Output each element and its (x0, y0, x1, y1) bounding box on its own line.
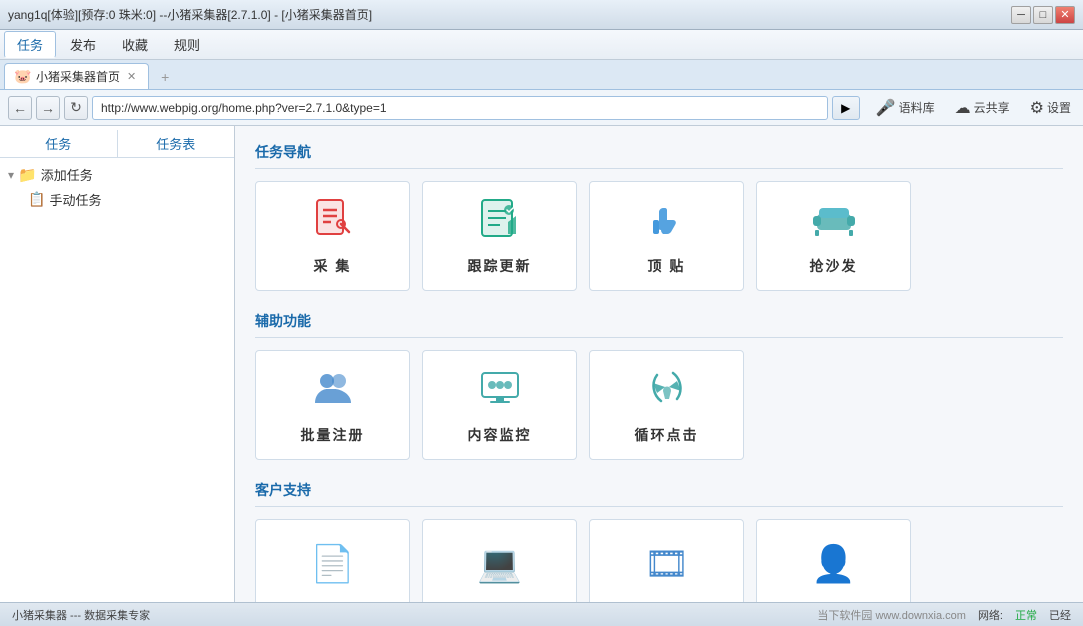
sofa-icon (809, 196, 859, 248)
collect-icon (311, 196, 355, 248)
expand-icon: ▾ (8, 168, 14, 182)
tree-label-add-task: 添加任务 (41, 165, 93, 184)
section-title-task-nav: 任务导航 (255, 142, 1063, 169)
network-label: 网络: (978, 607, 1003, 623)
sidebar-tab-tasklist[interactable]: 任务表 (118, 130, 235, 157)
title-text: yang1q[体验][预存:0 珠米:0] --小猪采集器[2.7.1.0] -… (8, 6, 372, 23)
card-click[interactable]: 循环点击 (589, 350, 744, 460)
help-icon: 💻 (477, 546, 522, 582)
user-icon: 👤 (811, 546, 856, 582)
cloud-share-label: 云共享 (974, 99, 1010, 116)
top-icon (645, 196, 689, 248)
back-button[interactable]: ← (8, 96, 32, 120)
sidebar-tab-task[interactable]: 任务 (0, 130, 118, 157)
status-bar: 小猪采集器 --- 数据采集专家 当下软件园 www.downxia.com 网… (0, 602, 1083, 626)
sidebar-content: ▾ 📁 添加任务 📋 手动任务 (0, 158, 234, 598)
card-collect[interactable]: 采 集 (255, 181, 410, 291)
folder-icon: 📁 (18, 166, 37, 184)
mic-icon: 🎤 (876, 98, 896, 118)
track-label: 跟踪更新 (468, 256, 532, 276)
section-task-nav: 任务导航 (255, 142, 1063, 291)
sofa-label: 抢沙发 (810, 256, 858, 276)
card-video[interactable]: 🎞 (589, 519, 744, 602)
card-register[interactable]: 批量注册 (255, 350, 410, 460)
content-inner: 任务导航 (235, 126, 1083, 602)
video-icon: 🎞 (644, 546, 690, 582)
section-title-support: 客户支持 (255, 480, 1063, 507)
maximize-button[interactable]: □ (1033, 6, 1053, 24)
tab-label: 小猪采集器首页 (36, 68, 120, 85)
app-name: 小猪采集器 --- 数据采集专家 (12, 607, 150, 623)
docs-icon: 📄 (310, 546, 355, 582)
yuliaopu-label: 语料库 (899, 99, 935, 116)
toolbar-right: 🎤 语料库 ☁ 云共享 ⚙ 设置 (872, 96, 1075, 120)
tree-label-manual-task: 手动任务 (49, 190, 101, 209)
sidebar: 任务 任务表 ▾ 📁 添加任务 📋 手动任务 (0, 126, 235, 602)
menu-item-collect[interactable]: 收藏 (110, 32, 160, 57)
grid-row-auxiliary: 批量注册 (255, 350, 1063, 460)
section-auxiliary: 辅助功能 批量注册 (255, 311, 1063, 460)
track-icon (478, 196, 522, 248)
menu-bar: 任务 发布 收藏 规则 (0, 30, 1083, 60)
address-bar: ← → ↻ ▶ 🎤 语料库 ☁ 云共享 ⚙ 设置 (0, 90, 1083, 126)
collect-label: 采 集 (314, 256, 352, 276)
top-label: 顶 贴 (648, 256, 686, 276)
card-track[interactable]: 跟踪更新 (422, 181, 577, 291)
tab-close-button[interactable]: ✕ (125, 70, 138, 83)
login-status: 已经 (1049, 607, 1071, 623)
cloud-share-button[interactable]: ☁ 云共享 (951, 96, 1014, 120)
main-layout: 任务 任务表 ▾ 📁 添加任务 📋 手动任务 任务导航 (0, 126, 1083, 602)
status-left: 小猪采集器 --- 数据采集专家 (12, 607, 150, 623)
minimize-button[interactable]: ─ (1011, 6, 1031, 24)
tree-item-add-task[interactable]: ▾ 📁 添加任务 (0, 162, 234, 187)
menu-item-task[interactable]: 任务 (4, 31, 56, 58)
register-icon (311, 365, 355, 417)
close-button[interactable]: ✕ (1055, 6, 1075, 24)
menu-item-rule[interactable]: 规则 (162, 32, 212, 57)
monitor-label: 内容监控 (468, 425, 532, 445)
card-sofa[interactable]: 抢沙发 (756, 181, 911, 291)
settings-button[interactable]: ⚙ 设置 (1026, 96, 1075, 120)
card-docs[interactable]: 📄 (255, 519, 410, 602)
title-controls: ─ □ ✕ (1011, 6, 1075, 24)
grid-row-support: 📄 💻 🎞 👤 (255, 519, 1063, 602)
settings-label: 设置 (1047, 99, 1071, 116)
cloud-icon: ☁ (955, 98, 971, 118)
menu-item-publish[interactable]: 发布 (58, 32, 108, 57)
sidebar-header: 任务 任务表 (0, 130, 234, 158)
forward-button[interactable]: → (36, 96, 60, 120)
refresh-button[interactable]: ↻ (64, 96, 88, 120)
tab-bar: 🐷 小猪采集器首页 ✕ + (0, 60, 1083, 90)
click-label: 循环点击 (635, 425, 699, 445)
card-user[interactable]: 👤 (756, 519, 911, 602)
tree-item-manual-task[interactable]: 📋 手动任务 (0, 187, 234, 212)
go-button[interactable]: ▶ (832, 96, 860, 120)
monitor-icon (478, 365, 522, 417)
address-input[interactable] (92, 96, 828, 120)
grid-row-task-nav: 采 集 (255, 181, 1063, 291)
section-title-auxiliary: 辅助功能 (255, 311, 1063, 338)
section-support: 客户支持 📄 💻 🎞 👤 (255, 480, 1063, 602)
pig-icon: 🐷 (15, 69, 31, 85)
click-icon (645, 365, 689, 417)
content-area: 任务导航 (235, 126, 1083, 602)
yuliaopu-button[interactable]: 🎤 语料库 (872, 96, 939, 120)
file-icon: 📋 (28, 191, 45, 208)
register-label: 批量注册 (301, 425, 365, 445)
new-tab-button[interactable]: + (153, 65, 177, 89)
card-help[interactable]: 💻 (422, 519, 577, 602)
watermark: 当下软件园 www.downxia.com (817, 607, 966, 623)
gear-icon: ⚙ (1030, 98, 1044, 118)
card-monitor[interactable]: 内容监控 (422, 350, 577, 460)
status-right: 当下软件园 www.downxia.com 网络: 正常 已经 (817, 607, 1071, 623)
network-status: 正常 (1015, 607, 1037, 623)
title-bar: yang1q[体验][预存:0 珠米:0] --小猪采集器[2.7.1.0] -… (0, 0, 1083, 30)
card-top[interactable]: 顶 贴 (589, 181, 744, 291)
tab-home[interactable]: 🐷 小猪采集器首页 ✕ (4, 63, 149, 89)
